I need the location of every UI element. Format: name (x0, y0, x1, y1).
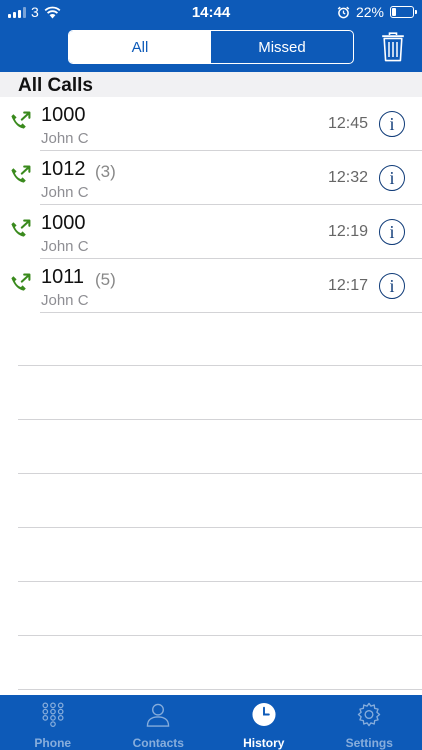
filter-missed-tab[interactable]: Missed (211, 31, 353, 63)
outgoing-call-icon (11, 111, 31, 129)
tab-history[interactable]: History (211, 695, 317, 750)
info-icon[interactable]: i (379, 273, 405, 299)
status-bar: 3 14:44 22% (0, 0, 422, 24)
call-count: (5) (95, 270, 116, 289)
battery-percent: 22% (355, 4, 384, 20)
header-bar: 3 14:44 22% All Missed (0, 0, 422, 72)
call-time: 12:19 (327, 223, 368, 240)
empty-list-area (18, 312, 422, 690)
info-glyph: i (389, 113, 395, 134)
info-glyph: i (389, 275, 395, 296)
row-divider (18, 582, 422, 636)
info-glyph: i (389, 167, 395, 188)
info-icon[interactable]: i (379, 165, 405, 191)
row-divider (18, 366, 422, 420)
tab-label: Settings (345, 736, 393, 750)
call-filter-segmented-control: All Missed (68, 30, 354, 64)
outgoing-call-icon (11, 165, 31, 183)
call-count: (3) (95, 162, 116, 181)
call-row[interactable]: 1012 (3) John C 12:32 i (0, 151, 422, 205)
call-time: 12:32 (327, 169, 368, 186)
call-number: 1000 (41, 212, 86, 234)
gear-icon (358, 702, 381, 727)
info-glyph: i (389, 221, 395, 242)
call-time: 12:17 (327, 277, 368, 294)
row-divider (18, 636, 422, 690)
battery-fill (392, 8, 397, 16)
row-divider (18, 420, 422, 474)
filter-all-tab[interactable]: All (69, 31, 211, 63)
call-number: 1000 (41, 104, 86, 126)
tab-bar: Phone Contacts History Settings (0, 695, 422, 750)
trash-icon[interactable] (381, 32, 405, 62)
contact-name: John C (41, 130, 89, 147)
clock-icon (252, 702, 276, 727)
call-row[interactable]: 1000 John C 12:19 i (0, 205, 422, 259)
outgoing-call-icon (11, 273, 31, 291)
battery-icon (390, 6, 417, 18)
call-row[interactable]: 1000 John C 12:45 i (0, 97, 422, 151)
tab-label: History (243, 736, 285, 750)
row-divider (18, 474, 422, 528)
row-divider (18, 528, 422, 582)
alarm-icon (337, 6, 350, 18)
keypad-icon (42, 702, 64, 727)
contact-name: John C (41, 184, 89, 201)
tab-settings[interactable]: Settings (317, 695, 422, 750)
call-number: 1012 (41, 158, 86, 180)
person-icon (146, 703, 170, 727)
call-row[interactable]: 1011 (5) John C 12:17 i (0, 259, 422, 313)
contact-name: John C (41, 238, 89, 255)
info-icon[interactable]: i (379, 111, 405, 137)
row-divider (18, 312, 422, 366)
tab-phone[interactable]: Phone (0, 695, 106, 750)
section-title: All Calls (0, 72, 422, 97)
tab-label: Phone (34, 736, 72, 750)
call-list: 1000 John C 12:45 i 1012 (3) John C 12:3… (0, 97, 422, 313)
tab-label: Contacts (132, 736, 184, 750)
tab-contacts[interactable]: Contacts (106, 695, 212, 750)
call-time: 12:45 (327, 115, 368, 132)
status-right: 22% (337, 4, 417, 20)
outgoing-call-icon (11, 219, 31, 237)
info-icon[interactable]: i (379, 219, 405, 245)
contact-name: John C (41, 292, 89, 309)
call-number: 1011 (41, 266, 85, 288)
